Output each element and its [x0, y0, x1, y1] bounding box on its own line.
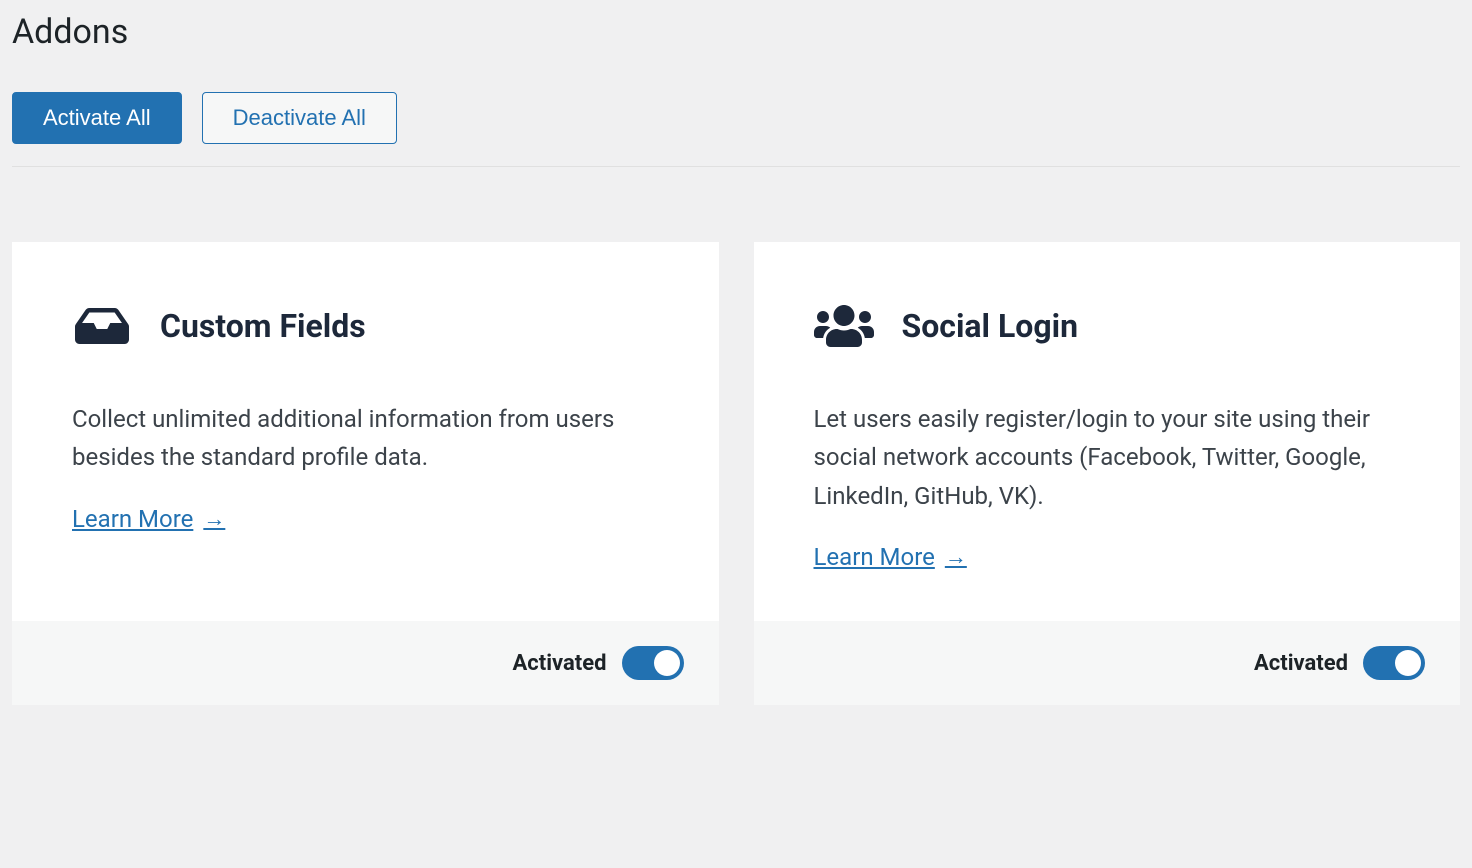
arrow-right-icon: → — [203, 506, 225, 532]
learn-more-link[interactable]: Learn More → — [814, 543, 967, 571]
addon-footer: Activated — [12, 621, 719, 705]
activation-toggle[interactable] — [1363, 646, 1425, 680]
deactivate-all-button[interactable]: Deactivate All — [202, 92, 397, 144]
action-bar: Activate All Deactivate All — [12, 92, 1460, 167]
toggle-knob — [654, 650, 680, 676]
learn-more-label: Learn More — [72, 505, 193, 533]
addon-description: Collect unlimited additional information… — [72, 400, 659, 477]
learn-more-link[interactable]: Learn More → — [72, 505, 225, 533]
addon-footer: Activated — [754, 621, 1461, 705]
toggle-knob — [1395, 650, 1421, 676]
activate-all-button[interactable]: Activate All — [12, 92, 182, 144]
page-title: Addons — [12, 12, 1460, 52]
addon-title: Social Login — [902, 307, 1079, 345]
addon-card: Social Login Let users easily register/l… — [754, 242, 1461, 705]
arrow-right-icon: → — [945, 544, 967, 570]
users-icon — [814, 302, 874, 350]
status-label: Activated — [1254, 651, 1348, 676]
addon-cards: Custom Fields Collect unlimited addition… — [12, 242, 1460, 705]
activation-toggle[interactable] — [622, 646, 684, 680]
learn-more-label: Learn More — [814, 543, 935, 571]
inbox-icon — [72, 302, 132, 350]
addon-card: Custom Fields Collect unlimited addition… — [12, 242, 719, 705]
status-label: Activated — [513, 651, 607, 676]
addon-title: Custom Fields — [160, 307, 366, 345]
addon-description: Let users easily register/login to your … — [814, 400, 1401, 515]
